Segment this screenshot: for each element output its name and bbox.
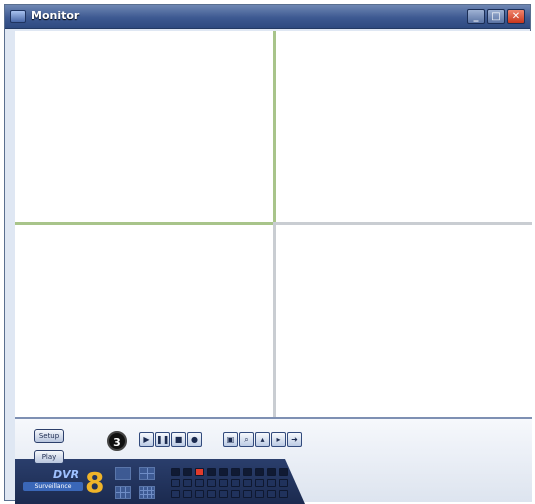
channel-button-12[interactable] xyxy=(183,479,192,487)
record-icon[interactable]: ● xyxy=(187,432,202,447)
channel-button-20[interactable] xyxy=(279,479,288,487)
channel-button-24[interactable] xyxy=(207,490,216,498)
zoom-icon[interactable]: ⌕ xyxy=(239,432,254,447)
channel-button-15[interactable] xyxy=(219,479,228,487)
channel-button-29[interactable] xyxy=(267,490,276,498)
channel-button-27[interactable] xyxy=(243,490,252,498)
minimize-button[interactable]: _ xyxy=(467,9,485,24)
snapshot-icon[interactable]: ▣ xyxy=(223,432,238,447)
channel-button-30[interactable] xyxy=(279,490,288,498)
channel-button-6[interactable] xyxy=(231,468,240,476)
layout-2x2-button[interactable] xyxy=(139,467,155,480)
channel-button-4[interactable] xyxy=(207,468,216,476)
channel-button-5[interactable] xyxy=(219,468,228,476)
camera-pane-2[interactable] xyxy=(276,31,532,222)
channel-button-26[interactable] xyxy=(231,490,240,498)
channel-button-16[interactable] xyxy=(231,479,240,487)
channel-button-14[interactable] xyxy=(207,479,216,487)
layout-1x1-button[interactable] xyxy=(115,467,131,480)
ptz-up-icon[interactable]: ▴ xyxy=(255,432,270,447)
channel-button-18[interactable] xyxy=(255,479,264,487)
app-icon xyxy=(10,10,26,23)
play-icon[interactable]: ▶ xyxy=(139,432,154,447)
channel-button-19[interactable] xyxy=(267,479,276,487)
channel-button-1[interactable] xyxy=(171,468,180,476)
channel-button-23[interactable] xyxy=(195,490,204,498)
brand-logo: DVR Surveillance 8 xyxy=(23,466,104,500)
channel-button-11[interactable] xyxy=(171,479,180,487)
layout-3x3-button[interactable] xyxy=(115,486,131,499)
camera-pane-1[interactable] xyxy=(15,31,273,222)
channel-button-10[interactable] xyxy=(279,468,288,476)
channel-button-28[interactable] xyxy=(255,490,264,498)
camera-pane-4[interactable] xyxy=(276,225,532,417)
channel-button-7[interactable] xyxy=(243,468,252,476)
channel-button-3[interactable] xyxy=(195,468,204,476)
playback-button[interactable]: Play xyxy=(34,450,64,464)
ptz-right-icon[interactable]: ▸ xyxy=(271,432,286,447)
channel-button-25[interactable] xyxy=(219,490,228,498)
window-title: Monitor xyxy=(31,9,80,22)
channel-button-9[interactable] xyxy=(267,468,276,476)
camera-grid xyxy=(15,31,532,417)
control-panel: Setup Play 3 ▶ ❚❚ ■ ● ▣ ⌕ ▴ ▸ ➜ DVR Surv… xyxy=(15,417,532,504)
channel-button-17[interactable] xyxy=(243,479,252,487)
title-bar[interactable]: Monitor _ □ ✕ xyxy=(5,5,530,29)
channel-button-8[interactable] xyxy=(255,468,264,476)
ptz-next-icon[interactable]: ➜ xyxy=(287,432,302,447)
channel-button-13[interactable] xyxy=(195,479,204,487)
monitor-window: Monitor _ □ ✕ Setup Play 3 ▶ ❚❚ ■ ● ▣ ⌕ … xyxy=(4,4,532,504)
grid-divider-horizontal-left xyxy=(15,222,273,225)
channel-button-22[interactable] xyxy=(183,490,192,498)
channel-button-21[interactable] xyxy=(171,490,180,498)
channel-button-2[interactable] xyxy=(183,468,192,476)
stop-icon[interactable]: ■ xyxy=(171,432,186,447)
view-count-badge[interactable]: 3 xyxy=(107,431,127,451)
maximize-button[interactable]: □ xyxy=(487,9,505,24)
pause-icon[interactable]: ❚❚ xyxy=(155,432,170,447)
layout-4x4-button[interactable] xyxy=(139,486,155,499)
grid-divider-horizontal-right xyxy=(276,222,532,225)
close-button[interactable]: ✕ xyxy=(507,9,525,24)
setup-button[interactable]: Setup xyxy=(34,429,64,443)
camera-pane-3[interactable] xyxy=(15,225,273,417)
